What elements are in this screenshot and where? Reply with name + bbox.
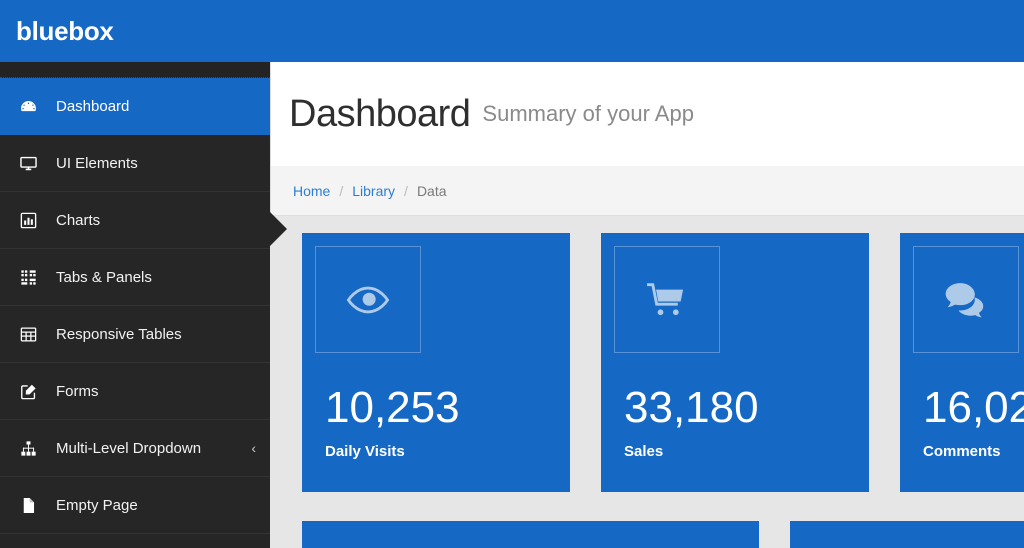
stat-icon-frame xyxy=(614,246,720,353)
breadcrumb-item-library[interactable]: Library xyxy=(352,183,395,199)
sidebar-item-label: Tabs & Panels xyxy=(56,268,152,286)
main-content: Dashboard Summary of your App Home / Lib… xyxy=(270,62,1024,548)
breadcrumb-item-home[interactable]: Home xyxy=(293,183,330,199)
sidebar-item-label: Dashboard xyxy=(56,97,130,115)
stat-value: 16,02 xyxy=(923,383,1024,432)
page-header: Dashboard Summary of your App xyxy=(270,62,1024,166)
panel-header-right[interactable] xyxy=(790,521,1024,548)
monitor-icon xyxy=(0,154,56,173)
sidebar-item-label: Forms xyxy=(56,382,99,400)
breadcrumb-item-data: Data xyxy=(416,182,447,199)
panel-header-left[interactable] xyxy=(302,521,759,548)
sidebar-item-label: UI Elements xyxy=(56,154,138,172)
eye-icon xyxy=(345,277,391,323)
sidebar-item-charts[interactable]: Charts xyxy=(0,192,270,249)
breadcrumb-separator: / xyxy=(404,182,408,199)
gauge-icon xyxy=(0,97,56,116)
sidebar-nav: Dashboard UI Elements Charts Tabs & Pane… xyxy=(0,62,270,548)
bar-chart-icon xyxy=(0,211,56,230)
page-subtitle: Summary of your App xyxy=(482,101,694,126)
sidebar-item-ui-elements[interactable]: UI Elements xyxy=(0,135,270,192)
top-bar: bluebox xyxy=(0,0,1024,62)
sidebar-item-empty-page[interactable]: Empty Page xyxy=(0,477,270,534)
sidebar-item-tabs-panels[interactable]: Tabs & Panels xyxy=(0,249,270,306)
stat-label: Daily Visits xyxy=(325,443,405,460)
sidebar-item-label: Charts xyxy=(56,211,101,229)
stat-card-daily-visits[interactable]: 10,253 Daily Visits xyxy=(302,233,570,492)
sidebar-item-dashboard[interactable]: Dashboard xyxy=(0,78,270,135)
sitemap-icon xyxy=(0,439,56,458)
shopping-cart-icon xyxy=(644,277,690,323)
breadcrumb-separator: / xyxy=(339,182,344,199)
comments-icon xyxy=(943,277,989,323)
sidebar-item-label: Empty Page xyxy=(56,496,138,514)
stat-label: Sales xyxy=(624,443,664,460)
sidebar-active-pointer xyxy=(270,212,287,246)
stat-icon-frame xyxy=(913,246,1019,353)
sidebar-item-label: Responsive Tables xyxy=(56,325,182,343)
sidebar-item-responsive-tables[interactable]: Responsive Tables xyxy=(0,306,270,363)
stat-cards-row: 10,253 Daily Visits 33,180 Sales 16,02 C… xyxy=(270,216,1024,492)
brand-logo[interactable]: bluebox xyxy=(0,16,114,47)
stat-label: Comments xyxy=(923,443,1001,460)
stat-value: 33,180 xyxy=(624,383,759,432)
secondary-panels-row xyxy=(270,492,1024,548)
stat-value: 10,253 xyxy=(325,383,460,432)
breadcrumb: Home / Library / Data xyxy=(270,166,1024,216)
file-icon xyxy=(0,496,56,515)
stat-card-comments[interactable]: 16,02 Comments xyxy=(900,233,1024,492)
sidebar-item-label: Multi-Level Dropdown xyxy=(56,439,202,457)
app-root: bluebox Dashboard UI Elements Charts Tab… xyxy=(0,0,1024,548)
stat-card-sales[interactable]: 33,180 Sales xyxy=(601,233,869,492)
stat-icon-frame xyxy=(315,246,421,353)
chevron-left-icon[interactable]: ‹ xyxy=(251,441,256,455)
sidebar-item-forms[interactable]: Forms xyxy=(0,363,270,420)
blocks-icon xyxy=(0,268,56,287)
table-icon xyxy=(0,325,56,344)
sidebar-item-multi-level-dropdown[interactable]: Multi-Level Dropdown ‹ xyxy=(0,420,270,477)
edit-square-icon xyxy=(0,382,56,401)
page-title: Dashboard xyxy=(289,92,471,135)
sidebar-top-strip xyxy=(0,62,270,78)
